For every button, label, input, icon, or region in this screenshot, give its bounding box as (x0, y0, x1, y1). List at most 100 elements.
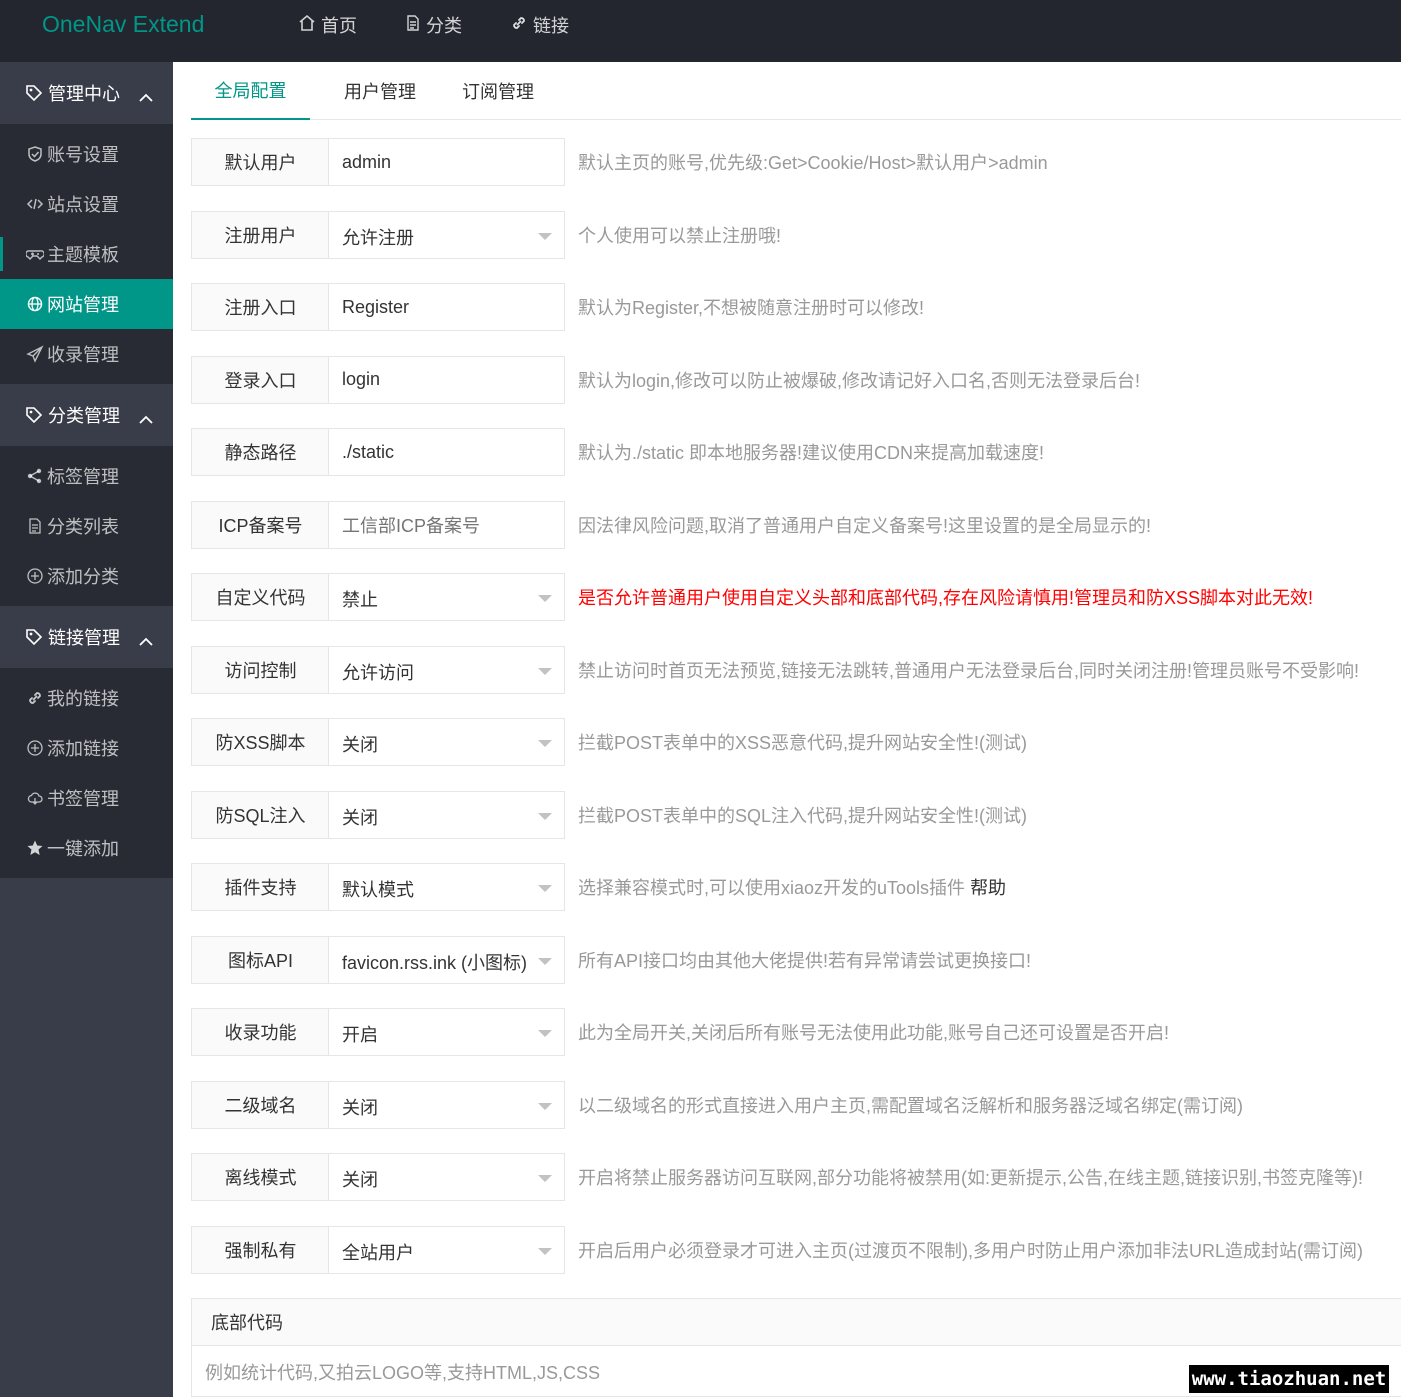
static-path-input[interactable]: ./static (328, 428, 565, 476)
add-circle-icon (25, 567, 45, 585)
login-entry-input[interactable]: login (328, 355, 565, 404)
force-private-select[interactable]: 全站用户 (328, 1225, 565, 1274)
plugin-support-select[interactable]: 默认模式 (328, 863, 565, 911)
form-row-login-entry: 登录入口 login 默认为login,修改可以防止被爆破,修改请记好入口名,否… (191, 355, 1391, 404)
code-icon (25, 195, 45, 213)
select-value: 默认模式 (342, 880, 414, 900)
form-row-register-user: 注册用户 允许注册 个人使用可以禁止注册哦! (191, 210, 1391, 259)
sidebar-item-label: 账号设置 (47, 145, 119, 165)
field-tip: 开启后用户必须登录才可进入主页(过渡页不限制),多用户时防止用户添加非法URL造… (578, 1240, 1363, 1261)
collect-feature-select[interactable]: 开启 (328, 1008, 565, 1056)
form-row-default-user: 默认用户 admin 默认主页的账号,优先级:Get>Cookie/Host>默… (191, 138, 1391, 186)
sidebar-group-admin-label: 管理中心 (48, 84, 120, 104)
app-logo[interactable]: OneNav Extend (42, 11, 204, 38)
form-row-anti-xss: 防XSS脚本 关闭 拦截POST表单中的XSS恶意代码,提升网站安全性!(测试) (191, 718, 1391, 766)
sidebar-item-site[interactable]: 站点设置 (0, 179, 173, 229)
select-value: 允许注册 (342, 227, 414, 248)
sidebar-item-account[interactable]: 账号设置 (0, 129, 173, 179)
tab-bar: 全局配置 用户管理 订阅管理 (191, 62, 1401, 120)
gamepad-icon (25, 245, 45, 263)
sidebar-item-add-link[interactable]: 添加链接 (0, 723, 173, 773)
caret-down-icon (538, 812, 552, 820)
select-value: 开启 (342, 1025, 378, 1045)
field-label: 防XSS脚本 (191, 718, 329, 766)
select-value: 关闭 (342, 1097, 378, 1118)
select-value: 全站用户 (342, 1242, 414, 1263)
field-label: 插件支持 (191, 863, 329, 911)
form-row-plugin-support: 插件支持 默认模式 选择兼容模式时,可以使用xiaoz开发的uTools插件 帮助 (191, 863, 1391, 911)
field-label: 访问控制 (191, 645, 329, 694)
help-link[interactable]: 帮助 (970, 874, 1006, 900)
add-circle-icon (25, 739, 45, 757)
sidebar-group-links[interactable]: 链接管理 (0, 606, 173, 668)
sidebar-item-label: 分类列表 (47, 517, 119, 537)
caret-down-icon (538, 740, 552, 747)
home-icon (298, 14, 321, 37)
sidebar-group-category[interactable]: 分类管理 (0, 384, 173, 446)
icon-api-select[interactable]: favicon.rss.ink (小图标) (328, 935, 565, 984)
sidebar-item-theme[interactable]: 主题模板 (0, 229, 173, 279)
sidebar-list-links: 我的链接 添加链接 书签管理 一键添加 (0, 668, 173, 878)
sidebar-group-links-label: 链接管理 (48, 628, 120, 648)
chevron-up-icon (139, 408, 153, 429)
tab-global-config[interactable]: 全局配置 (191, 62, 310, 120)
footer-code-label: 底部代码 (192, 1299, 1401, 1346)
anti-sql-select[interactable]: 关闭 (328, 790, 565, 839)
sidebar-item-label: 标签管理 (47, 467, 119, 487)
form-row-icon-api: 图标API favicon.rss.ink (小图标) 所有API接口均由其他大… (191, 935, 1391, 984)
form-row-collect-feature: 收录功能 开启 此为全局开关,关闭后所有账号无法使用此功能,账号自己还可设置是否… (191, 1008, 1391, 1056)
default-user-input[interactable]: admin (328, 138, 565, 186)
form-row-anti-sql: 防SQL注入 关闭 拦截POST表单中的SQL注入代码,提升网站安全性!(测试) (191, 790, 1391, 839)
select-value: favicon.rss.ink (小图标) (342, 952, 528, 973)
sidebar-item-bookmarks[interactable]: 书签管理 (0, 773, 173, 823)
tab-subscription[interactable]: 订阅管理 (449, 62, 547, 120)
sidebar-item-my-links[interactable]: 我的链接 (0, 673, 173, 723)
sidebar-list-admin: 账号设置 站点设置 主题模板 网站管理 收录管理 (0, 124, 173, 384)
sidebar-item-category-list[interactable]: 分类列表 (0, 501, 173, 551)
topnav-home[interactable]: 首页 (298, 0, 357, 50)
cloud-icon (25, 789, 45, 807)
topnav-links[interactable]: 链接 (510, 0, 569, 50)
field-tip-text: 选择兼容模式时,可以使用xiaoz开发的uTools插件 (578, 878, 966, 898)
field-label: ICP备案号 (191, 500, 329, 549)
sidebar-item-label: 站点设置 (47, 195, 119, 215)
icp-input[interactable]: 工信部ICP备案号 (328, 500, 565, 549)
select-value: 关闭 (342, 735, 378, 755)
topnav-category-label: 分类 (426, 16, 462, 36)
select-value: 禁止 (342, 590, 378, 610)
chevron-up-icon (139, 86, 153, 107)
sidebar-group-admin[interactable]: 管理中心 (0, 62, 173, 124)
sidebar-item-label: 我的链接 (47, 689, 119, 709)
sidebar-item-label: 添加分类 (47, 567, 119, 587)
field-tip: 开启将禁止服务器访问互联网,部分功能将被禁用(如:更新提示,公告,在线主题,链接… (578, 1168, 1363, 1188)
field-tip: 以二级域名的形式直接进入用户主页,需配置域名泛解析和服务器泛域名绑定(需订阅) (578, 1095, 1243, 1116)
send-icon (25, 345, 45, 363)
form-row-subdomain: 二级域名 关闭 以二级域名的形式直接进入用户主页,需配置域名泛解析和服务器泛域名… (191, 1080, 1391, 1129)
register-entry-input[interactable]: Register (328, 283, 565, 331)
input-value: admin (342, 151, 392, 172)
field-tip: 此为全局开关,关闭后所有账号无法使用此功能,账号自己还可设置是否开启! (578, 1023, 1169, 1043)
tab-user-management[interactable]: 用户管理 (331, 62, 429, 120)
offline-mode-select[interactable]: 关闭 (328, 1153, 565, 1201)
sidebar-item-website[interactable]: 网站管理 (0, 279, 173, 329)
sidebar-item-quick-add[interactable]: 一键添加 (0, 823, 173, 873)
input-value: ./static (342, 441, 395, 462)
sidebar-item-collect[interactable]: 收录管理 (0, 329, 173, 379)
access-control-select[interactable]: 允许访问 (328, 645, 565, 694)
select-value: 关闭 (342, 1170, 378, 1190)
custom-code-select[interactable]: 禁止 (328, 573, 565, 621)
select-value: 允许访问 (342, 662, 414, 683)
tag-icon (24, 83, 44, 103)
caret-down-icon (538, 595, 552, 602)
topnav-category[interactable]: 分类 (405, 0, 462, 50)
sidebar-group-category-label: 分类管理 (48, 406, 120, 426)
register-user-select[interactable]: 允许注册 (328, 210, 565, 259)
field-label: 注册入口 (191, 283, 329, 331)
share-icon (25, 467, 45, 485)
field-label: 收录功能 (191, 1008, 329, 1056)
field-tip: 选择兼容模式时,可以使用xiaoz开发的uTools插件 帮助 (578, 863, 1006, 911)
anti-xss-select[interactable]: 关闭 (328, 718, 565, 766)
sidebar-item-tags[interactable]: 标签管理 (0, 451, 173, 501)
subdomain-select[interactable]: 关闭 (328, 1080, 565, 1129)
sidebar-item-add-category[interactable]: 添加分类 (0, 551, 173, 601)
